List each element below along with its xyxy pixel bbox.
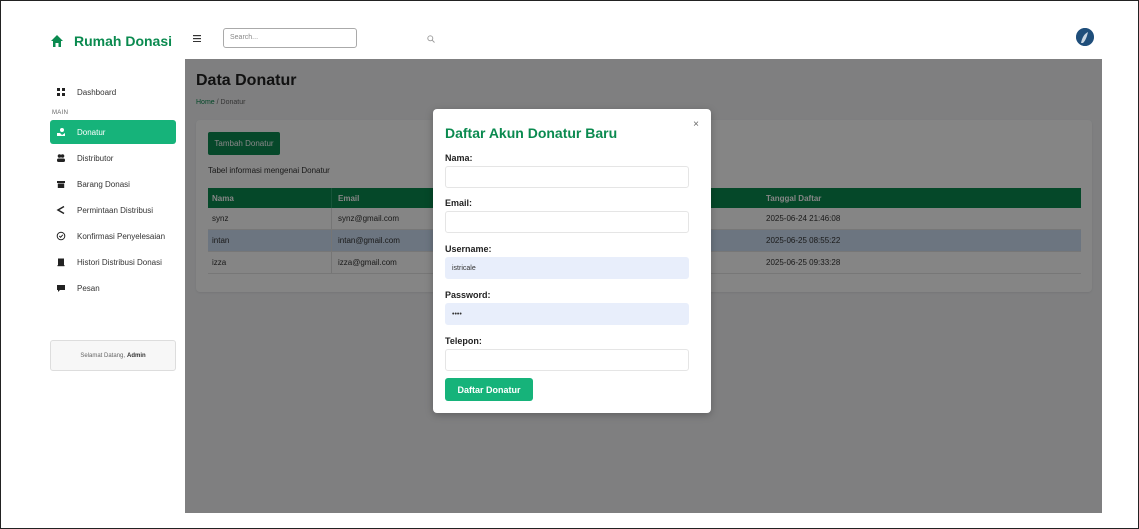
daftar-donatur-button[interactable]: Daftar Donatur	[445, 378, 533, 401]
welcome-text: Selamat Datang,	[80, 352, 126, 359]
sidebar-item-pesan[interactable]: Pesan	[50, 276, 176, 300]
modal-title: Daftar Akun Donatur Baru	[445, 125, 618, 141]
telepon-field[interactable]	[445, 349, 689, 371]
sidebar-item-donatur[interactable]: Donatur	[50, 120, 176, 144]
password-field[interactable]: ••••	[445, 303, 689, 325]
welcome-box: Selamat Datang, Admin	[50, 340, 176, 371]
label-telepon: Telepon:	[445, 336, 482, 346]
brand-name: Rumah Donasi	[74, 33, 173, 49]
hand-icon	[57, 128, 65, 136]
message-icon	[57, 285, 65, 292]
sidebar: Rumah Donasi Dashboard MAIN Donatur Dist…	[42, 23, 185, 513]
search-input[interactable]: Search...	[223, 28, 357, 48]
label-username: Username:	[445, 244, 492, 254]
sidebar-item-label: Histori Distribusi Donasi	[77, 257, 162, 267]
welcome-user: Admin	[127, 352, 146, 359]
hamburger-icon[interactable]	[193, 35, 201, 42]
sidebar-item-dashboard[interactable]: Dashboard	[50, 80, 176, 104]
sidebar-item-label: Donatur	[77, 127, 106, 137]
section-label-main: MAIN	[52, 110, 69, 116]
sidebar-menu: Dashboard MAIN Donatur Distributor Baran…	[50, 80, 176, 302]
sidebar-item-label: Permintaan Distribusi	[77, 205, 154, 215]
label-nama: Nama:	[445, 153, 473, 163]
label-password: Password:	[445, 290, 491, 300]
sidebar-item-label: Distributor	[77, 153, 114, 163]
share-icon	[56, 205, 65, 215]
home-icon	[51, 35, 63, 47]
avatar[interactable]	[1076, 28, 1094, 46]
box-icon	[57, 181, 65, 188]
username-field[interactable]: istricale	[445, 257, 689, 279]
close-icon[interactable]: ×	[693, 119, 699, 130]
avatar-image	[1076, 28, 1094, 46]
topbar: Search...	[185, 23, 1102, 59]
sidebar-item-histori-distribusi[interactable]: Histori Distribusi Donasi	[50, 250, 176, 274]
sidebar-item-distributor[interactable]: Distributor	[50, 146, 176, 170]
sidebar-item-label: Barang Donasi	[77, 179, 130, 189]
register-donatur-modal: Daftar Akun Donatur Baru × Nama: Email: …	[433, 109, 711, 413]
check-circle-icon	[56, 231, 66, 241]
search-icon[interactable]	[427, 35, 435, 43]
sidebar-item-label: Pesan	[77, 283, 100, 293]
sidebar-item-permintaan-distribusi[interactable]: Permintaan Distribusi	[50, 198, 176, 222]
nama-field[interactable]	[445, 166, 689, 188]
sidebar-item-label: Dashboard	[77, 87, 117, 97]
search-placeholder: Search...	[230, 34, 259, 41]
email-field[interactable]	[445, 211, 689, 233]
sidebar-item-konfirmasi-penyelesaian[interactable]: Konfirmasi Penyelesaian	[50, 224, 176, 248]
label-email: Email:	[445, 198, 473, 208]
grid-icon	[57, 88, 65, 96]
history-icon	[57, 258, 65, 267]
sidebar-item-label: Konfirmasi Penyelesaian	[77, 231, 166, 241]
users-icon	[57, 154, 65, 162]
sidebar-item-barang-donasi[interactable]: Barang Donasi	[50, 172, 176, 196]
brand[interactable]: Rumah Donasi	[50, 31, 172, 51]
